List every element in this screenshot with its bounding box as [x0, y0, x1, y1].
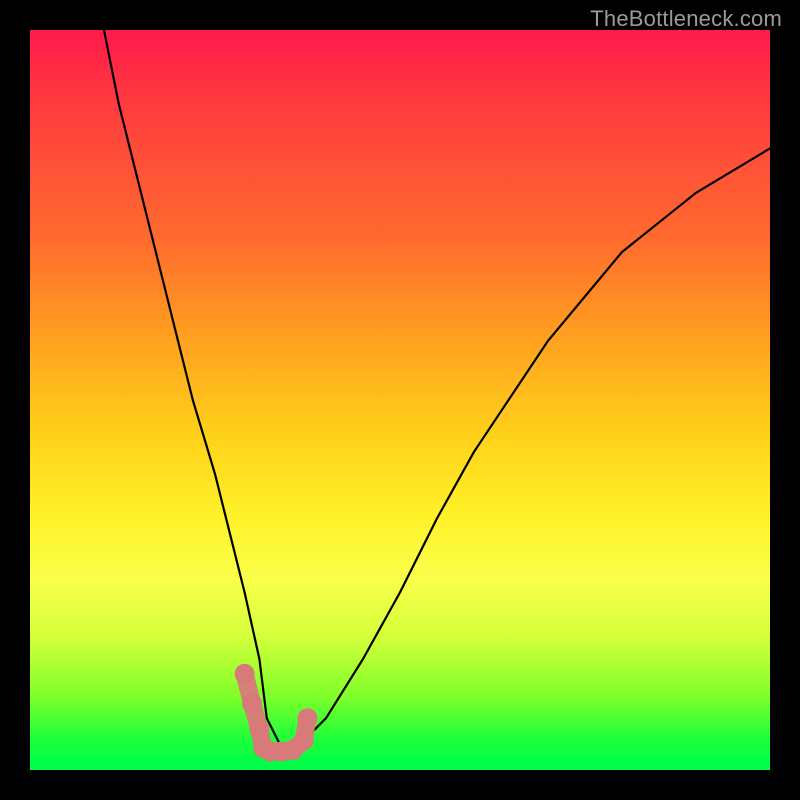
marker-point [249, 719, 269, 739]
marker-point [298, 708, 318, 728]
chart-canvas [30, 30, 770, 770]
green-baseline-band [30, 755, 770, 770]
bottleneck-curve [104, 30, 770, 748]
marker-point [235, 664, 255, 684]
outer-black-frame: TheBottleneck.com [0, 0, 800, 800]
plot-area [30, 30, 770, 770]
marker-point [294, 730, 314, 750]
watermark-text: TheBottleneck.com [590, 6, 782, 32]
marker-point [242, 693, 262, 713]
